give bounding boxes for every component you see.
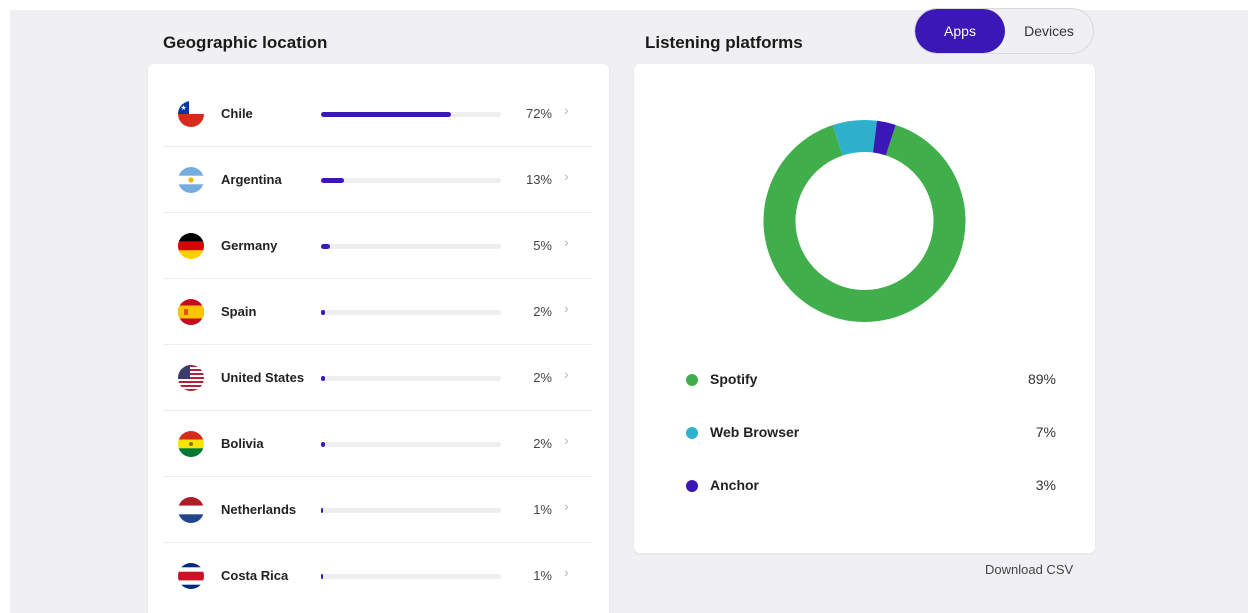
- country-row-netherlands[interactable]: Netherlands 1% ›: [164, 477, 592, 543]
- chevron-right-icon: ›: [564, 432, 569, 448]
- country-row-costa-rica[interactable]: Costa Rica 1% ›: [164, 543, 592, 609]
- united-states-flag-icon: [178, 365, 204, 391]
- spotify-legend-dot: [686, 374, 698, 386]
- chevron-right-icon: ›: [564, 300, 569, 316]
- country-percentage: 2%: [533, 436, 552, 451]
- legend-label: Web Browser: [710, 424, 800, 440]
- country-row-germany[interactable]: Germany 5% ›: [164, 213, 592, 279]
- germany-flag-icon: [178, 233, 204, 259]
- country-percentage: 2%: [533, 304, 552, 319]
- devices-tab[interactable]: Devices: [1005, 9, 1093, 53]
- apps-devices-toggle: Apps Devices: [914, 8, 1094, 54]
- costa-rica-flag-icon: [178, 563, 204, 589]
- country-name: Spain: [221, 304, 257, 319]
- web-browser-legend-dot: [686, 427, 698, 439]
- legend-item-anchor: Anchor 3%: [686, 474, 1056, 498]
- geographic-location-card: ★ Chile 72% › Argentina 13% › Germany 5%…: [148, 64, 609, 613]
- country-name: Argentina: [221, 172, 282, 187]
- chevron-right-icon: ›: [564, 498, 569, 514]
- country-row-bolivia[interactable]: Bolivia 2% ›: [164, 411, 592, 477]
- country-name: Bolivia: [221, 436, 264, 451]
- geographic-location-heading: Geographic location: [163, 33, 328, 52]
- chevron-right-icon: ›: [564, 564, 569, 580]
- country-row-spain[interactable]: Spain 2% ›: [164, 279, 592, 345]
- percentage-bar-fill: [321, 178, 345, 183]
- percentage-bar-track: [321, 508, 501, 513]
- legend-item-spotify: Spotify 89%: [686, 368, 1056, 392]
- percentage-bar-track: [321, 310, 501, 315]
- chevron-right-icon: ›: [564, 102, 569, 118]
- spain-flag-icon: [178, 299, 204, 325]
- percentage-bar-track: [321, 574, 501, 579]
- legend-percentage: 3%: [1035, 477, 1056, 493]
- bolivia-flag-icon: [178, 431, 204, 457]
- svg-text:★: ★: [180, 104, 186, 112]
- country-name: Costa Rica: [221, 568, 289, 583]
- netherlands-flag-icon: [178, 497, 204, 523]
- country-percentage: 1%: [533, 568, 552, 583]
- country-row-argentina[interactable]: Argentina 13% ›: [164, 147, 592, 213]
- country-name: Netherlands: [221, 502, 297, 517]
- percentage-bar-track: [321, 178, 501, 183]
- country-row-united-states[interactable]: United States 2% ›: [164, 345, 592, 411]
- percentage-bar-fill: [321, 310, 325, 315]
- donut-slice-web-browser: [832, 120, 877, 156]
- country-name: Chile: [221, 106, 253, 121]
- donut-slice-anchor: [872, 120, 896, 156]
- chile-flag-icon: ★: [178, 101, 204, 127]
- download-csv-link[interactable]: Download CSV: [985, 562, 1073, 577]
- listening-platforms-heading: Listening platforms: [645, 33, 803, 52]
- percentage-bar-fill: [321, 376, 325, 381]
- country-percentage: 72%: [525, 106, 552, 121]
- legend-label: Spotify: [710, 371, 758, 387]
- anchor-legend-dot: [686, 480, 698, 492]
- legend-item-web-browser: Web Browser 7%: [686, 421, 1056, 445]
- country-percentage: 13%: [525, 172, 552, 187]
- argentina-flag-icon: [178, 167, 204, 193]
- chevron-right-icon: ›: [564, 366, 569, 382]
- listening-platforms-card: Spotify 89% Web Browser 7% Anchor 3%: [634, 64, 1095, 553]
- percentage-bar-track: [321, 112, 501, 117]
- percentage-bar-fill: [321, 574, 323, 579]
- legend-percentage: 89%: [1027, 371, 1056, 387]
- country-row-chile[interactable]: ★ Chile 72% ›: [164, 81, 592, 147]
- percentage-bar-track: [321, 376, 501, 381]
- percentage-bar-track: [321, 244, 501, 249]
- chevron-right-icon: ›: [564, 234, 569, 250]
- country-percentage: 1%: [533, 502, 552, 517]
- donut-slice-spotify: [763, 124, 966, 322]
- percentage-bar-fill: [321, 244, 330, 249]
- percentage-bar-fill: [321, 508, 323, 513]
- country-name: Germany: [221, 238, 278, 253]
- country-name: United States: [221, 370, 305, 385]
- percentage-bar-fill: [321, 112, 451, 117]
- legend-percentage: 7%: [1035, 424, 1056, 440]
- chevron-right-icon: ›: [564, 168, 569, 184]
- country-percentage: 2%: [533, 370, 552, 385]
- platforms-donut-chart: [763, 120, 966, 322]
- percentage-bar-track: [321, 442, 501, 447]
- country-percentage: 5%: [533, 238, 552, 253]
- apps-tab[interactable]: Apps: [915, 9, 1005, 53]
- percentage-bar-fill: [321, 442, 325, 447]
- legend-label: Anchor: [710, 477, 759, 493]
